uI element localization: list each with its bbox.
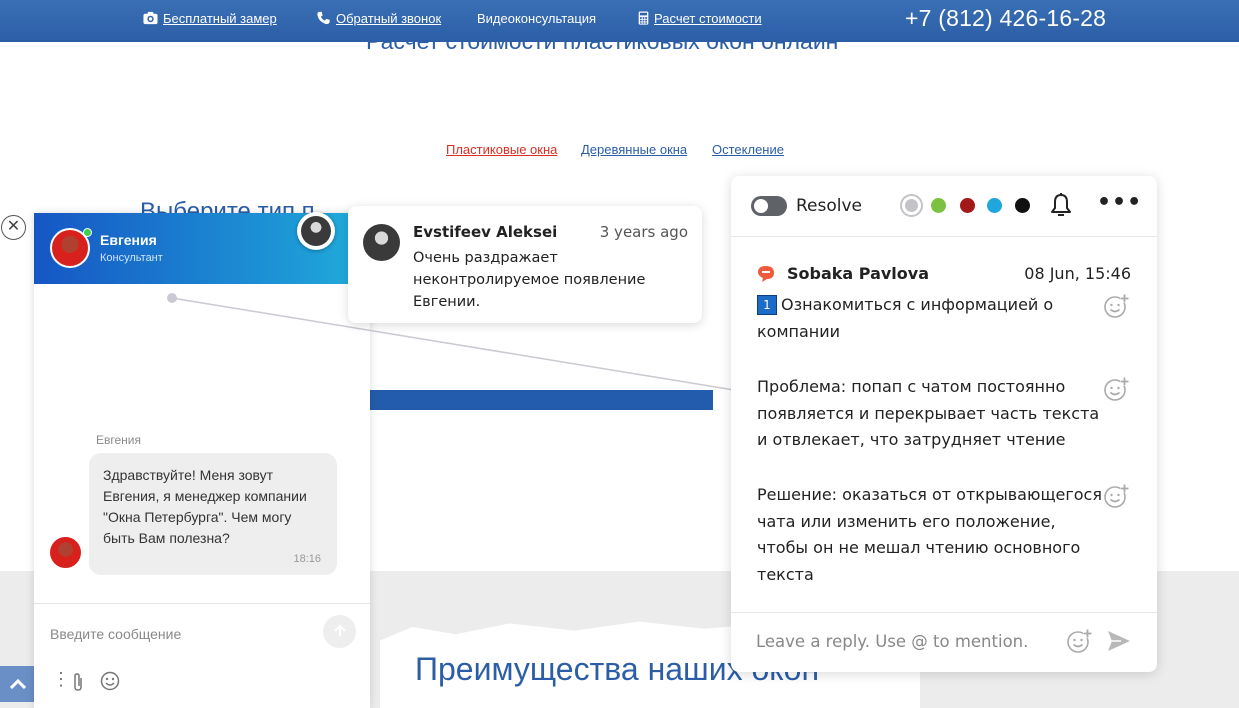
more-vertical-icon[interactable]: ⋮ <box>52 669 70 690</box>
scroll-up-button[interactable] <box>0 666 36 702</box>
calculator-icon <box>638 11 649 25</box>
comment-task: 1 Ознакомиться с информацией о компании <box>757 292 1102 345</box>
chat-close-button[interactable]: ✕ <box>1 215 26 240</box>
reply-emoji-icon[interactable] <box>1066 628 1092 654</box>
comment-tooltip: Evstifeev Aleksei 3 years ago Очень разд… <box>348 206 702 323</box>
chat-widget: Евгения Консультант Евгения Здравствуйте… <box>34 213 370 708</box>
task-text: Ознакомиться с информацией о компании <box>757 295 1054 341</box>
bell-icon[interactable] <box>1049 192 1073 218</box>
divider <box>731 612 1157 613</box>
comment-panel-header: Resolve ••• <box>731 176 1157 237</box>
close-icon: ✕ <box>6 218 21 235</box>
resolve-label: Resolve <box>796 196 863 216</box>
phone-number[interactable]: +7 (812) 426-16-28 <box>905 5 1106 32</box>
message-author: Евгения <box>96 433 141 447</box>
pin-avatar <box>301 216 331 246</box>
free-measure-label: Бесплатный замер <box>163 11 277 26</box>
color-swatch-red[interactable] <box>960 198 975 213</box>
add-reaction-icon[interactable] <box>1103 483 1129 509</box>
agent-role: Консультант <box>100 252 163 264</box>
tooltip-avatar <box>363 224 400 261</box>
message-time: 18:16 <box>293 553 321 565</box>
video-consult-link[interactable]: Видеоконсультация <box>477 11 596 26</box>
tab-wooden-windows[interactable]: Деревянные окна <box>581 142 687 157</box>
paperclip-icon[interactable] <box>72 672 84 692</box>
tooltip-text: Очень раздражает неконтролируемое появле… <box>413 250 646 310</box>
color-swatch-grey[interactable] <box>900 194 923 217</box>
top-bar: Бесплатный замер Обратный звонок Видеоко… <box>0 0 1239 42</box>
phone-icon <box>317 11 330 25</box>
more-options-icon[interactable]: ••• <box>1097 190 1142 215</box>
chevron-up-icon <box>10 679 26 689</box>
color-swatch-green[interactable] <box>931 198 946 213</box>
cost-calc-label: Расчет стоимости <box>654 11 762 26</box>
page: Бесплатный замер Обратный звонок Видеоко… <box>0 0 1239 708</box>
add-reaction-icon[interactable] <box>1103 293 1129 319</box>
video-consult-label: Видеоконсультация <box>477 11 597 26</box>
message-text: Здравствуйте! Меня зовут Евгения, я мене… <box>103 467 307 546</box>
message-avatar <box>50 537 81 568</box>
resolve-toggle[interactable] <box>751 196 787 216</box>
tab-plastic-windows[interactable]: Пластиковые окна <box>446 142 557 157</box>
comment-panel: Resolve ••• Sobaka Pavlova 08 Jun, 15:46… <box>731 176 1157 672</box>
swatch-dot <box>905 199 918 212</box>
toggle-knob <box>754 199 768 213</box>
reply-input[interactable] <box>756 629 1056 653</box>
author-logo-icon <box>758 266 774 282</box>
arrow-up-icon <box>333 624 346 636</box>
send-icon[interactable] <box>1107 630 1131 652</box>
free-measure-link[interactable]: Бесплатный замер <box>143 11 277 26</box>
agent-name: Евгения <box>100 232 157 248</box>
tooltip-author: Evstifeev Aleksei <box>413 223 558 241</box>
divider <box>34 603 370 604</box>
callback-link[interactable]: Обратный звонок <box>316 11 441 26</box>
comment-solution: Решение: оказаться от открывающегося чат… <box>757 485 1102 584</box>
color-swatch-blue[interactable] <box>987 198 1002 213</box>
color-swatch-black[interactable] <box>1015 198 1030 213</box>
blue-banner <box>368 390 713 410</box>
task-number-badge: 1 <box>757 295 777 315</box>
camera-icon <box>143 11 158 25</box>
online-status-dot <box>83 228 92 237</box>
comment-problem: Проблема: попап с чатом постоянно появля… <box>757 377 1100 449</box>
callback-label: Обратный звонок <box>336 11 442 26</box>
comment-date: 08 Jun, 15:46 <box>1024 264 1131 283</box>
comment-pin[interactable] <box>297 212 335 250</box>
emoji-icon[interactable] <box>100 671 120 691</box>
comment-author: Sobaka Pavlova <box>787 264 929 283</box>
message-bubble: Здравствуйте! Меня зовут Евгения, я мене… <box>89 453 337 575</box>
add-reaction-icon[interactable] <box>1103 376 1129 402</box>
cost-calc-link[interactable]: Расчет стоимости <box>638 11 762 26</box>
chat-message-input[interactable] <box>50 623 310 645</box>
chat-send-button[interactable] <box>323 615 356 648</box>
tooltip-time: 3 years ago <box>599 223 688 241</box>
tab-glazing[interactable]: Остекление <box>712 142 784 157</box>
